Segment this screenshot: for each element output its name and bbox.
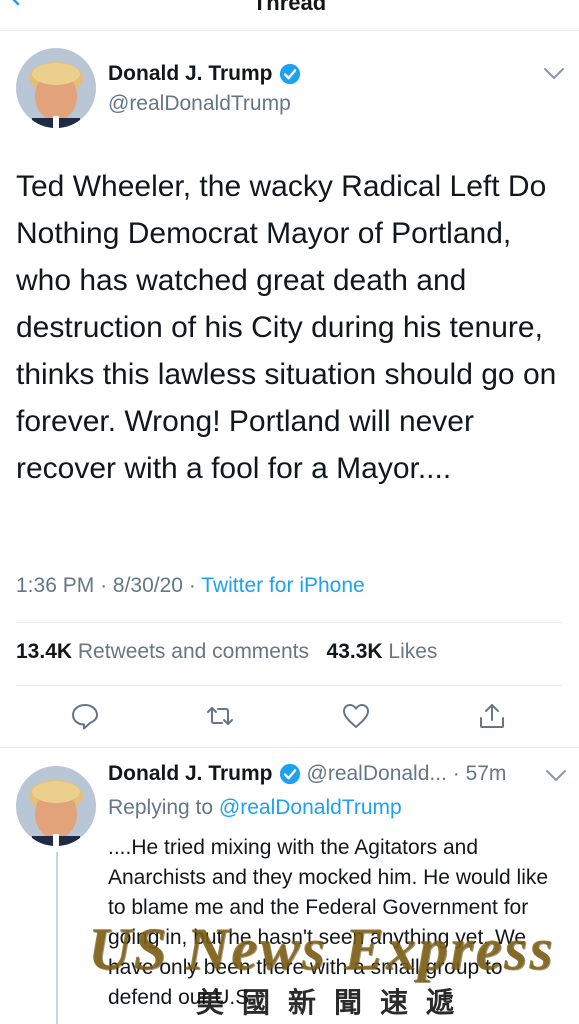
divider (16, 685, 562, 686)
verified-badge-icon (279, 763, 300, 785)
likes-stat[interactable]: 43.3K Likes (327, 640, 438, 663)
share-icon[interactable] (477, 701, 507, 731)
like-heart-icon[interactable] (341, 701, 371, 731)
author-handle[interactable]: @realDonaldTrump (108, 92, 291, 116)
tweet-time: 1:36 PM (16, 574, 95, 597)
reply-author-name[interactable]: Donald J. Trump (108, 762, 273, 786)
replying-to-mention-link[interactable]: @realDonaldTrump (219, 796, 402, 819)
author-name[interactable]: Donald J. Trump (108, 62, 273, 86)
tweet-date: 8/30/20 (112, 574, 183, 597)
thread-connector-line (56, 852, 58, 1024)
avatar-portrait-icon (16, 48, 96, 128)
tweet-meta: 1:36 PM · 8/30/20 · Twitter for iPhone (16, 574, 365, 598)
chevron-down-icon[interactable] (545, 769, 567, 783)
tweet-stats: 13.4K Retweets and comments 43.3K Likes (16, 640, 437, 664)
reply-icon[interactable] (70, 701, 100, 731)
retweet-icon[interactable] (205, 701, 235, 731)
replying-to-line: Replying to @realDonaldTrump (108, 796, 402, 820)
tweet-text: Ted Wheeler, the wacky Radical Left Do N… (16, 170, 557, 485)
avatar[interactable] (16, 48, 96, 128)
avatar-portrait-icon (16, 766, 96, 846)
verified-badge-icon (279, 63, 300, 85)
top-nav-bar: Thread (0, 0, 579, 31)
chevron-down-icon[interactable] (543, 67, 565, 81)
meta-separator: · (188, 574, 196, 597)
replying-to-label: Replying to (108, 796, 214, 819)
tweet-source-link[interactable]: Twitter for iPhone (201, 574, 364, 597)
divider (16, 622, 562, 623)
reply-avatar[interactable] (16, 766, 96, 846)
page-title: Thread (252, 0, 327, 15)
retweets-stat[interactable]: 13.4K Retweets and comments (16, 640, 309, 663)
author-row: Donald J. Trump (108, 62, 301, 86)
reply-handle-time[interactable]: @realDonald... · 57m (307, 762, 507, 786)
reply-tweet-text: ....He tried mixing with the Agitators a… (108, 836, 549, 1009)
reply-author-row: Donald J. Trump @realDonald... · 57m (108, 762, 506, 786)
meta-separator: · (100, 574, 108, 597)
divider (0, 747, 579, 748)
